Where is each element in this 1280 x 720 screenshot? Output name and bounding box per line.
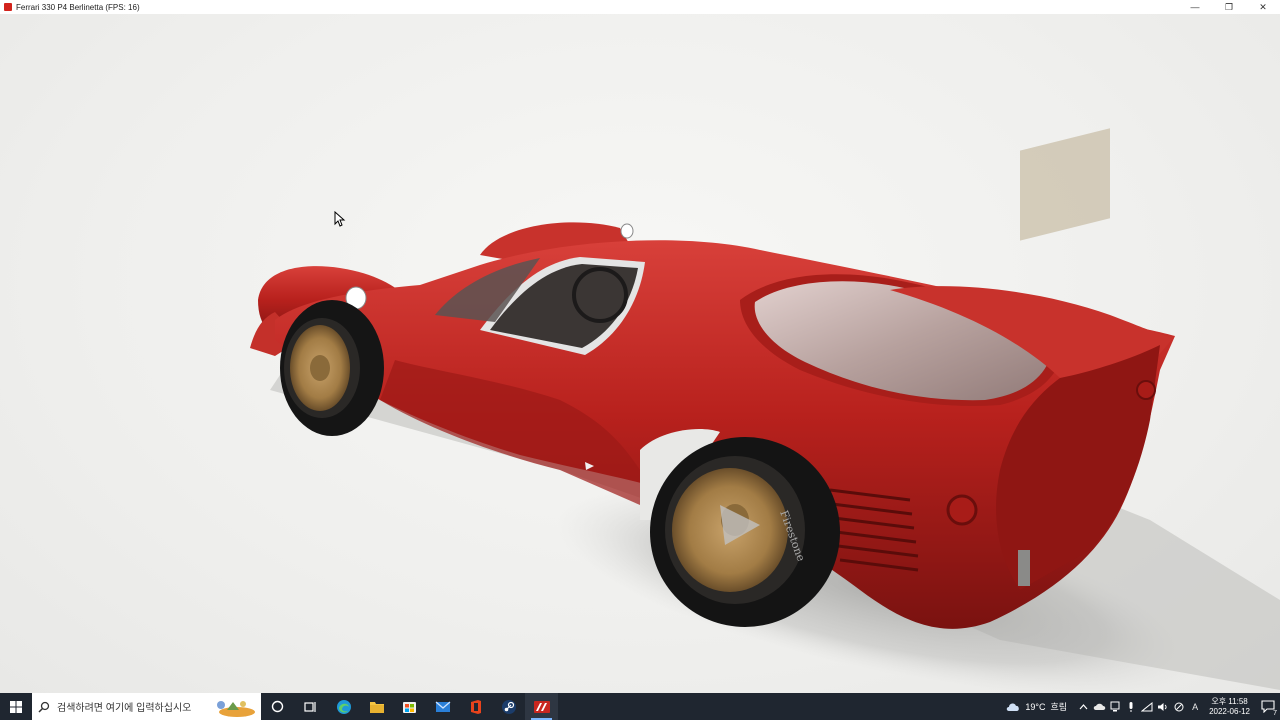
microphone-icon[interactable] [1123, 693, 1139, 720]
front-wheel [280, 300, 384, 436]
chevron-up-glyph [1079, 703, 1088, 709]
weather-temperature: 19°C [1025, 701, 1046, 712]
speaker-glyph [1158, 702, 1167, 711]
restore-button[interactable]: ❐ [1212, 0, 1246, 14]
rear-grille [1020, 128, 1110, 241]
no-entry-icon[interactable] [1171, 693, 1187, 720]
app-icon [4, 3, 12, 11]
windows-logo-icon [10, 700, 22, 713]
cortana-icon [271, 700, 284, 713]
minimize-button[interactable]: — [1178, 0, 1212, 14]
start-button[interactable] [0, 693, 32, 720]
taskbar-app-store[interactable] [393, 693, 426, 720]
headlight [620, 223, 634, 239]
system-tray: 19°C 흐림 A 오후 11:58 2022-06-12 7 [1005, 693, 1280, 720]
store-icon [403, 702, 416, 713]
onedrive-glyph [1093, 703, 1105, 710]
task-view-button[interactable] [261, 693, 294, 720]
taskbar: 검색하려면 여기에 입력하십시오 19°C 흐림 A 오후 11:58 2022… [0, 693, 1280, 720]
weather-condition: 흐림 [1050, 702, 1068, 712]
search-highlight-icon [217, 701, 255, 717]
microphone-glyph [1129, 701, 1133, 712]
window-controls: — ❐ ✕ [1178, 0, 1280, 14]
taskbar-app-mail[interactable] [426, 693, 459, 720]
mail-icon [435, 701, 450, 712]
exhaust [1018, 550, 1030, 586]
notification-count: 7 [1273, 710, 1277, 717]
search-placeholder: 검색하려면 여기에 입력하십시오 [57, 703, 192, 714]
weather-widget[interactable]: 19°C 흐림 [1005, 700, 1067, 713]
network-glyph [1141, 701, 1153, 711]
window-title-bar[interactable]: Ferrari 330 P4 Berlinetta (FPS: 16) — ❐ … [0, 0, 1280, 14]
car-viewer-icon [533, 700, 550, 713]
steam-icon [501, 699, 516, 714]
edge-icon [336, 699, 351, 714]
no-entry-glyph [1174, 702, 1184, 711]
network-icon[interactable] [1139, 693, 1155, 720]
taskbar-app-office[interactable] [459, 693, 492, 720]
clock-date: 2022-06-12 [1209, 706, 1250, 716]
notification-center-button[interactable]: 7 [1256, 693, 1280, 720]
office-icon [470, 699, 481, 714]
system-clock[interactable]: 오후 11:58 2022-06-12 [1209, 697, 1250, 717]
window-title: Ferrari 330 P4 Berlinetta (FPS: 16) [16, 2, 140, 12]
task-view-icon [303, 701, 316, 712]
cloud-icon [1007, 703, 1020, 711]
speaker-icon[interactable] [1155, 693, 1171, 720]
ime-indicator[interactable]: A [1187, 693, 1203, 720]
device-glyph [1110, 701, 1120, 712]
onedrive-icon[interactable] [1091, 693, 1107, 720]
tail-light [1136, 380, 1156, 400]
taskbar-app-steam[interactable] [492, 693, 525, 720]
mouse-cursor-icon [334, 211, 346, 227]
taskbar-app-car-viewer[interactable] [525, 693, 558, 720]
close-button[interactable]: ✕ [1246, 0, 1280, 14]
clock-time: 오후 11:58 [1211, 696, 1248, 706]
3d-viewport[interactable]: Firestone [0, 14, 1280, 693]
tail-light [946, 494, 978, 526]
search-icon [38, 701, 50, 713]
car-render: Firestone [250, 128, 1280, 693]
taskbar-app-task-view[interactable] [294, 693, 327, 720]
chevron-up-icon[interactable] [1075, 693, 1091, 720]
taskbar-app-file-explorer[interactable] [360, 693, 393, 720]
folder-icon [369, 701, 384, 713]
taskbar-search-box[interactable]: 검색하려면 여기에 입력하십시오 [32, 693, 261, 720]
taskbar-app-edge[interactable] [327, 693, 360, 720]
device-icon[interactable] [1107, 693, 1123, 720]
